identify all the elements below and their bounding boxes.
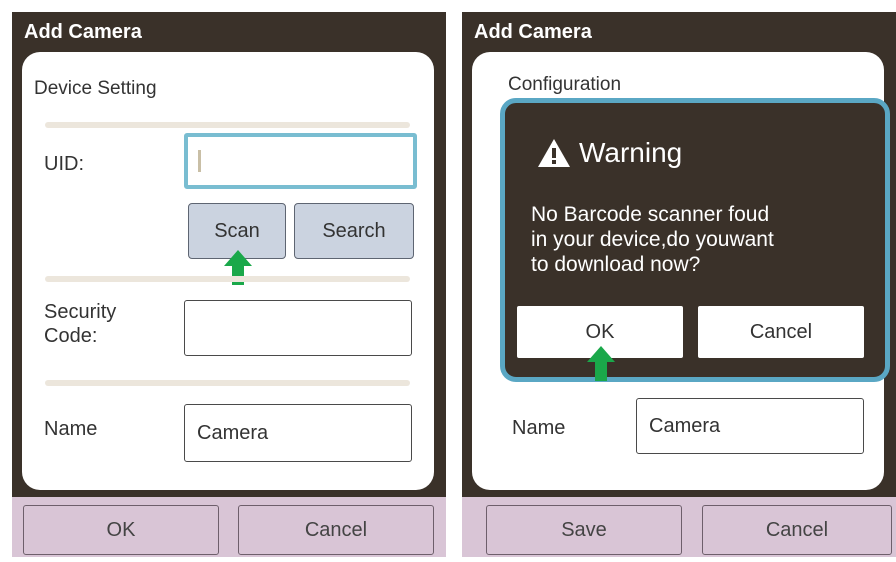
name-input[interactable]: Camera bbox=[184, 404, 412, 462]
security-code-label-line2: Code: bbox=[44, 325, 98, 347]
dialog-message-line: No Barcode scanner foud bbox=[531, 203, 770, 226]
dialog-message-line: in your device,do youwant bbox=[531, 228, 774, 251]
divider bbox=[45, 380, 410, 386]
warning-dialog: Warning No Barcode scanner foud in your … bbox=[500, 98, 890, 382]
security-code-label-line1: Security bbox=[44, 301, 117, 323]
warning-icon bbox=[538, 139, 570, 167]
ok-button[interactable]: OK bbox=[23, 505, 219, 555]
dialog-title: Warning bbox=[537, 137, 682, 169]
uid-input[interactable] bbox=[184, 133, 417, 189]
add-camera-screen-left: Add Camera Device Setting UID: Scan Sear… bbox=[12, 12, 446, 557]
divider bbox=[45, 122, 410, 128]
dialog-cancel-button[interactable]: Cancel bbox=[698, 306, 864, 358]
section-title: Configuration bbox=[508, 74, 622, 95]
section-title: Device Setting bbox=[34, 78, 157, 99]
security-code-input[interactable] bbox=[184, 300, 412, 356]
text-caret bbox=[198, 150, 201, 172]
device-setting-card: Device Setting UID: Scan Search Security… bbox=[22, 52, 434, 490]
security-code-label: Security Code: bbox=[44, 300, 116, 348]
cancel-button[interactable]: Cancel bbox=[238, 505, 434, 555]
name-label: Name bbox=[44, 418, 98, 440]
divider bbox=[45, 276, 410, 282]
dialog-message: No Barcode scanner foud in your device,d… bbox=[531, 202, 871, 277]
name-label: Name bbox=[512, 417, 566, 439]
save-button[interactable]: Save bbox=[486, 505, 682, 555]
add-camera-screen-right: Add Camera Configuration Name Camera War… bbox=[462, 12, 896, 557]
name-input[interactable]: Camera bbox=[636, 398, 864, 454]
bottom-button-bar: Save Cancel bbox=[462, 497, 896, 557]
uid-label: UID: bbox=[44, 153, 84, 175]
cancel-button[interactable]: Cancel bbox=[702, 505, 892, 555]
dialog-message-line: to download now? bbox=[531, 253, 701, 276]
search-button[interactable]: Search bbox=[294, 203, 414, 259]
screen-title: Add Camera bbox=[24, 21, 142, 43]
bottom-button-bar: OK Cancel bbox=[12, 497, 446, 557]
dialog-title-text: Warning bbox=[579, 137, 683, 168]
screen-title: Add Camera bbox=[474, 21, 592, 43]
